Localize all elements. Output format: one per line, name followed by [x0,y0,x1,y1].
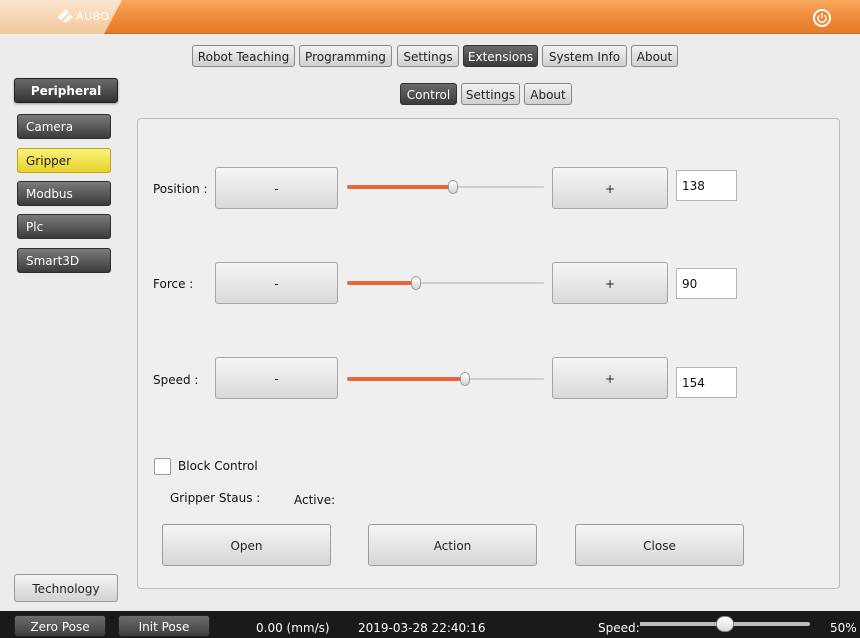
force-plus-button[interactable]: + [552,262,668,304]
position-input[interactable] [676,170,737,201]
logo-area: AUBO [0,0,122,34]
zero-pose-button[interactable]: Zero Pose [14,615,106,637]
sidebar-item-gripper[interactable]: Gripper [17,148,111,173]
block-control-label: Block Control [178,459,258,473]
logo-text: AUBO [76,9,110,23]
position-minus-button[interactable]: - [215,167,338,209]
subtab-about[interactable]: About [524,83,572,105]
force-slider-handle[interactable] [411,276,421,290]
action-button[interactable]: Action [368,524,537,566]
aubo-logo: AUBO [58,9,110,23]
force-minus-button[interactable]: - [215,262,338,304]
aubo-logo-icon [58,9,73,23]
speed-label: Speed : [153,373,199,387]
speed-slider[interactable] [347,372,544,386]
sidebar-header-peripheral[interactable]: Peripheral [14,78,118,103]
force-label: Force : [153,277,194,291]
tab-extensions[interactable]: Extensions [463,45,538,67]
position-slider[interactable] [347,180,544,194]
velocity-readout: 0.00 (mm/s) [256,621,330,635]
open-button[interactable]: Open [162,524,331,566]
technology-button[interactable]: Technology [14,574,118,602]
close-button[interactable]: Close [575,524,744,566]
sidebar-item-modbus[interactable]: Modbus [17,181,111,206]
title-bar: AUBO [0,0,860,34]
speed-slider-handle[interactable] [460,372,470,386]
subtab-settings[interactable]: Settings [461,83,520,105]
position-label: Position : [153,182,208,196]
force-slider[interactable] [347,276,544,290]
speed-plus-button[interactable]: + [552,357,668,399]
tab-programming[interactable]: Programming [299,45,392,67]
power-icon[interactable] [813,9,831,27]
sidebar-item-camera[interactable]: Camera [17,114,111,139]
position-slider-handle[interactable] [448,180,458,194]
gripper-status-value: Active: [294,493,336,507]
sidebar-item-plc[interactable]: Plc [17,214,111,239]
position-plus-button[interactable]: + [552,167,668,209]
block-control-checkbox[interactable] [154,458,171,475]
tab-settings[interactable]: Settings [397,45,459,67]
datetime-readout: 2019-03-28 22:40:16 [358,621,486,635]
tab-about[interactable]: About [631,45,678,67]
global-speed-slider-handle[interactable] [716,616,734,632]
speed-minus-button[interactable]: - [215,357,338,399]
tab-system-info[interactable]: System Info [542,45,627,67]
speed-input[interactable] [676,367,737,398]
force-input[interactable] [676,268,737,299]
sidebar-item-smart3d[interactable]: Smart3D [17,248,111,273]
init-pose-button[interactable]: Init Pose [118,615,210,637]
subtab-control[interactable]: Control [400,83,457,105]
speed-label-status: Speed: [598,621,640,635]
tab-robot-teaching[interactable]: Robot Teaching [192,45,295,67]
speed-percent: 50% [830,621,857,635]
global-speed-slider[interactable] [640,612,810,636]
gripper-status-label: Gripper Staus : [170,491,261,505]
